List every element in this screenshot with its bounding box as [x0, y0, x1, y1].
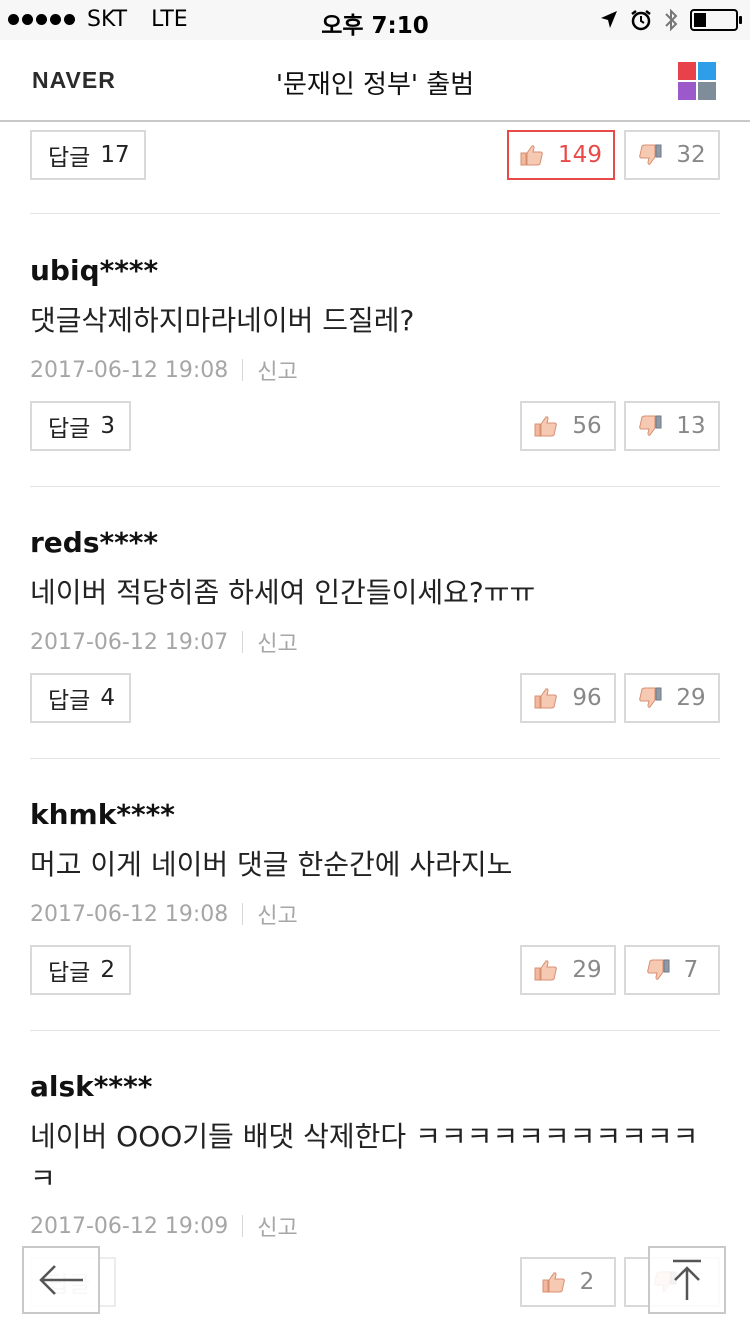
meta-separator [242, 359, 244, 381]
like-count: 149 [558, 142, 602, 168]
like-button[interactable]: 96 [520, 673, 616, 723]
reply-count: 3 [100, 413, 115, 439]
thumbs-up-icon [542, 1272, 565, 1293]
comment-text: 머고 이게 네이버 댓글 한순간에 사라지노 [30, 848, 513, 881]
report-link[interactable]: 신고 [257, 898, 297, 930]
battery-icon [690, 9, 742, 31]
reply-button[interactable]: 답글 2 [30, 945, 131, 995]
like-button[interactable]: 29 [520, 945, 616, 995]
dislike-button[interactable]: 32 [624, 130, 720, 180]
comment-date: 2017-06-12 19:09 [30, 1213, 229, 1239]
thumbs-down-icon [646, 959, 670, 980]
report-link[interactable]: 신고 [257, 354, 297, 386]
comment-meta: 2017-06-12 19:08 신고 [30, 898, 298, 930]
comment-username[interactable]: reds**** [30, 526, 158, 559]
thumbs-up-icon [520, 145, 543, 166]
dislike-count: 13 [676, 413, 706, 439]
dislike-count: 32 [676, 142, 706, 168]
thumbs-up-icon [534, 688, 558, 709]
dislike-button[interactable]: 7 [624, 945, 720, 995]
divider [30, 213, 720, 214]
comment-text: 네이버 OOO기들 배댓 삭제한다 ㅋㅋㅋㅋㅋㅋㅋㅋㅋㅋㅋㅋ [30, 1120, 699, 1195]
dislike-count: 29 [676, 685, 706, 711]
comment-username[interactable]: khmk**** [30, 798, 175, 831]
location-arrow-icon [601, 11, 617, 28]
reply-count: 4 [100, 685, 115, 711]
divider [30, 486, 720, 487]
thumbs-down-icon [639, 687, 662, 708]
comment-meta: 2017-06-12 19:08 신고 [30, 354, 298, 386]
arrow-left-icon [39, 1265, 83, 1295]
thumbs-up-icon [534, 960, 558, 981]
thumbs-up-icon [534, 416, 558, 437]
thumbs-down-icon [639, 415, 662, 436]
dislike-button[interactable]: 13 [624, 401, 720, 451]
divider [30, 758, 720, 759]
scroll-top-button[interactable] [648, 1246, 726, 1314]
reply-label: 답글 [48, 416, 91, 442]
arrow-up-icon [673, 1259, 701, 1300]
bluetooth-icon [665, 8, 678, 32]
like-count: 96 [572, 685, 602, 711]
comment-text: 댓글삭제하지마라네이버 드질레? [30, 304, 415, 337]
reply-button[interactable]: 답글 4 [30, 673, 131, 723]
dislike-count: 7 [683, 957, 699, 983]
reply-button[interactable]: 답글 3 [30, 401, 131, 451]
meta-separator [242, 631, 244, 653]
like-button[interactable]: 2 [520, 1257, 616, 1307]
reply-count: 2 [100, 957, 115, 983]
comment-username[interactable]: ubiq**** [30, 254, 158, 287]
page-title: '문재인 정부' 출범 [275, 70, 475, 100]
like-button[interactable]: 149 [507, 130, 615, 180]
comment-meta: 2017-06-12 19:07 신고 [30, 626, 298, 658]
like-count: 2 [579, 1269, 595, 1295]
comment-username[interactable]: alsk**** [30, 1070, 152, 1103]
comment-text: 네이버 적당히좀 하세여 인간들이세요?ㅠㅠ [30, 576, 536, 609]
dislike-button[interactable]: 29 [624, 673, 720, 723]
like-count: 29 [572, 957, 602, 983]
status-bar: SKT LTE 오후 7:10 [0, 0, 750, 40]
meta-separator [242, 1215, 244, 1237]
like-count: 56 [572, 413, 602, 439]
like-button[interactable]: 56 [520, 401, 616, 451]
reply-label: 답글 [48, 145, 91, 171]
divider [30, 1030, 720, 1031]
reply-button[interactable]: 답글 17 [30, 130, 146, 180]
comment-date: 2017-06-12 19:08 [30, 357, 229, 383]
comment-date: 2017-06-12 19:08 [30, 901, 229, 927]
comment-meta: 2017-06-12 19:09 신고 [30, 1210, 298, 1242]
comment-date: 2017-06-12 19:07 [30, 629, 229, 655]
back-button[interactable] [22, 1246, 100, 1314]
thumbs-down-icon [639, 144, 662, 165]
header-bar: NAVER '문재인 정부' 출범 [0, 40, 750, 122]
menu-grid-icon[interactable] [678, 62, 716, 100]
report-link[interactable]: 신고 [257, 626, 297, 658]
report-link[interactable]: 신고 [257, 1210, 297, 1242]
meta-separator [242, 903, 244, 925]
reply-label: 답글 [48, 960, 91, 986]
status-right [600, 8, 742, 32]
reply-label: 답글 [48, 688, 91, 714]
reply-count: 17 [100, 142, 130, 168]
alarm-clock-icon [631, 10, 651, 31]
